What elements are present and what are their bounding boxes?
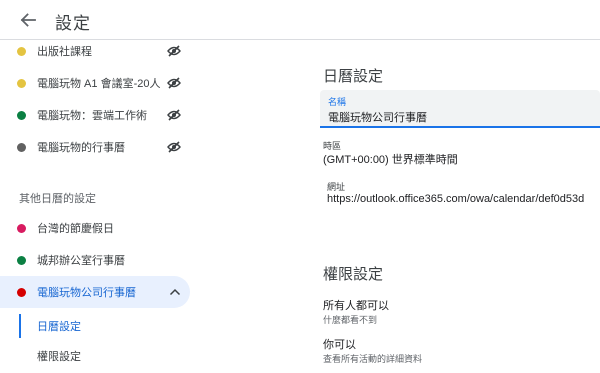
calendar-color-dot (17, 110, 26, 120)
permission-desc: 什麼都看不到 (323, 315, 378, 325)
active-indicator (19, 314, 21, 338)
calendar-label: 電腦玩物：雲端工作術 (37, 110, 147, 122)
permission-title: 所有人都可以 (323, 300, 389, 312)
page-title: 設定 (55, 14, 91, 33)
calendar-label: 電腦玩物 A1 會議室-20人 (37, 78, 161, 90)
calendar-item[interactable]: 電腦玩物：雲端工作術 (0, 100, 190, 130)
calendar-item-selected[interactable]: 電腦玩物公司行事曆 (0, 277, 190, 307)
calendar-item[interactable]: 出版社課程 (0, 36, 190, 66)
eye-off-icon[interactable] (166, 139, 182, 155)
calendar-color-dot (17, 78, 26, 88)
calendar-label: 台灣的節慶假日 (37, 223, 114, 235)
url-label: 網址 (327, 182, 346, 192)
top-bar: 設定 (0, 0, 600, 40)
calendar-color-dot (17, 223, 26, 233)
calendar-item[interactable]: 台灣的節慶假日 (0, 213, 190, 243)
timezone-value[interactable]: (GMT+00:00) 世界標準時間 (323, 151, 458, 167)
calendar-item[interactable]: 電腦玩物 A1 會議室-20人 (0, 68, 190, 98)
calendar-color-dot (17, 142, 26, 152)
calendar-label: 電腦玩物的行事曆 (37, 142, 125, 154)
calendar-label: 電腦玩物公司行事曆 (37, 287, 136, 299)
settings-content: 日曆設定 名稱 電腦玩物公司行事曆 時區 (GMT+00:00) 世界標準時間 … (190, 41, 600, 373)
url-value: https://outlook.office365.com/owa/calend… (327, 193, 585, 205)
calendar-label: 出版社課程 (37, 46, 92, 58)
name-field-label: 名稱 (328, 97, 347, 107)
name-field-value[interactable]: 電腦玩物公司行事曆 (328, 109, 427, 125)
calendar-color-dot (17, 287, 26, 297)
chevron-up-icon[interactable] (168, 285, 182, 299)
back-button[interactable] (14, 6, 42, 34)
arrow-back-icon (20, 13, 36, 27)
sidebar: 出版社課程 電腦玩物 A1 會議室-20人 電腦玩物：雲端工作術 電腦玩物的行事… (0, 41, 190, 373)
eye-off-icon[interactable] (166, 43, 182, 59)
calendar-color-dot (17, 46, 26, 56)
calendar-item[interactable]: 城邦辦公室行事曆 (0, 245, 190, 275)
permission-desc: 查看所有活動的詳細資料 (323, 354, 423, 364)
permission-title: 你可以 (323, 339, 356, 351)
subnav-calendar-settings[interactable]: 日曆設定 (37, 318, 81, 334)
name-field[interactable]: 名稱 電腦玩物公司行事曆 (320, 90, 600, 128)
settings-page: 設定 出版社課程 電腦玩物 A1 會議室-20人 電腦玩物：雲端工作術 電腦玩物… (0, 0, 600, 373)
eye-off-icon[interactable] (166, 107, 182, 123)
section-label: 其他日曆的設定 (19, 193, 96, 205)
calendar-label: 城邦辦公室行事曆 (37, 255, 125, 267)
calendar-item[interactable]: 電腦玩物的行事曆 (0, 132, 190, 162)
calendar-color-dot (17, 255, 26, 265)
subnav-permission-settings[interactable]: 權限設定 (37, 348, 81, 364)
eye-off-icon[interactable] (166, 75, 182, 91)
permission-settings-heading: 權限設定 (323, 266, 384, 283)
calendar-settings-heading: 日曆設定 (323, 68, 384, 85)
